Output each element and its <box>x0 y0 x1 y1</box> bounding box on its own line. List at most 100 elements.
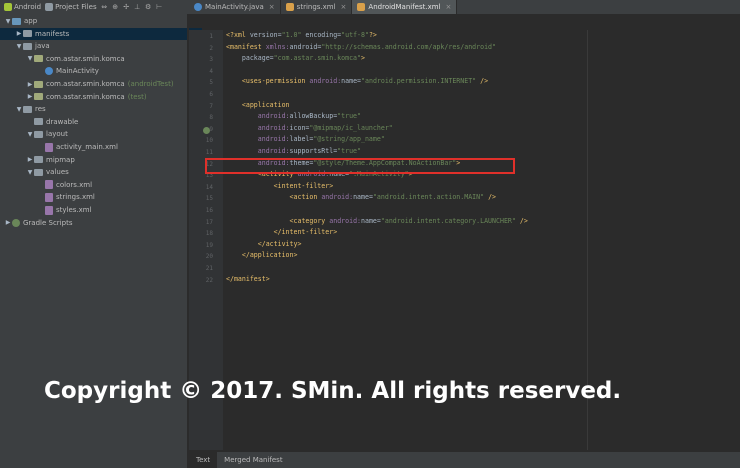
tree-item[interactable]: ▼ res <box>0 103 202 115</box>
tree-item-label: mipmap <box>46 155 75 164</box>
line-number: 11 <box>205 149 213 156</box>
close-icon[interactable]: × <box>446 3 452 11</box>
folder-icon <box>23 30 32 38</box>
package-icon <box>34 55 43 63</box>
hide-icon[interactable]: ⊥ <box>134 3 141 11</box>
code-line[interactable]: </manifest> <box>226 274 270 285</box>
tree-item[interactable]: ▶ Gradle Scripts <box>0 217 191 229</box>
tree-item-label: MainActivity <box>56 67 99 76</box>
chevron-right-icon[interactable]: ▶ <box>26 81 34 88</box>
tree-item[interactable]: ▼ java <box>0 40 202 52</box>
pin-icon[interactable]: ⊢ <box>156 3 163 11</box>
code-line[interactable]: <?xml version="1.0" encoding="utf-8"?> <box>226 30 377 41</box>
chevron-down-icon[interactable]: ▼ <box>26 131 34 138</box>
sync-icon[interactable]: ⊕ <box>112 3 119 11</box>
folder-icon <box>34 118 43 126</box>
tree-item-label: colors.xml <box>56 180 93 189</box>
tree-item-label: com.astar.smin.komca <box>46 92 125 101</box>
collapse-icon[interactable]: ✢ <box>123 3 130 11</box>
line-number: 2 <box>209 44 213 52</box>
module-icon <box>12 17 21 25</box>
close-icon[interactable]: × <box>269 3 275 11</box>
code-line[interactable]: android:supportsRtl="true" <box>226 146 361 157</box>
package-icon <box>34 80 43 88</box>
chevron-down-icon[interactable]: ▼ <box>4 18 12 25</box>
chevron-right-icon[interactable]: ▶ <box>15 30 23 37</box>
tree-item[interactable]: ▼ com.astar.smin.komca <box>0 53 213 65</box>
xml-file-icon <box>357 3 366 11</box>
chevron-down-icon[interactable]: ▼ <box>15 106 23 113</box>
code-line[interactable]: package="com.astar.smin.komca"> <box>226 53 365 64</box>
code-line[interactable]: android:label="@string/app_name" <box>226 134 385 145</box>
xml-file-icon <box>45 142 53 152</box>
project-view-switcher: Android Project Files ⇔ ⊕ ✢ ⊥ ⚙ ⊢ <box>0 0 187 14</box>
tab-mainactivity-java[interactable]: MainActivity.java × <box>189 0 281 14</box>
project-files-selector[interactable]: Project Files <box>45 3 97 11</box>
code-line[interactable]: <action android:name="android.intent.act… <box>226 192 497 203</box>
tree-item[interactable]: ▶ manifests <box>0 27 202 40</box>
chevron-right-icon[interactable]: ▶ <box>26 156 34 163</box>
code-line[interactable]: </activity> <box>226 239 302 250</box>
tree-item[interactable]: drawable <box>0 116 213 128</box>
code-line[interactable]: </intent-filter> <box>226 227 338 238</box>
tab-androidmanifest-xml[interactable]: AndroidManifest.xml × <box>352 0 458 14</box>
code-line[interactable]: <application <box>226 100 290 111</box>
gradle-icon <box>12 218 20 227</box>
tree-item-label: styles.xml <box>56 206 92 214</box>
android-view-selector[interactable]: Android <box>4 3 41 11</box>
tree-item-label: drawable <box>46 117 79 126</box>
tree-item-label: strings.xml <box>56 193 95 202</box>
tree-item-label: app <box>24 17 38 25</box>
tree-item-label: activity_main.xml <box>56 143 118 151</box>
code-line[interactable]: <uses-permission android:name="android.p… <box>226 76 488 87</box>
line-number: 1 <box>209 33 213 40</box>
settings-icon[interactable]: ⚙ <box>145 3 152 11</box>
line-number: 5 <box>209 79 213 87</box>
line-number: 15 <box>205 195 213 203</box>
tree-item[interactable]: ▼ layout <box>0 128 213 140</box>
folder-icon <box>34 130 43 138</box>
tab-strings-xml[interactable]: strings.xml × <box>281 0 353 14</box>
code-line[interactable]: </application> <box>226 250 298 261</box>
tab-label: AndroidManifest.xml <box>368 3 441 11</box>
split-icon[interactable]: ⇔ <box>101 3 108 11</box>
line-number: 16 <box>205 207 213 214</box>
tab-merged-manifest[interactable]: Merged Manifest <box>217 452 289 468</box>
folder-icon <box>45 3 54 11</box>
tree-item[interactable]: ▶ com.astar.smin.komca (androidTest) <box>0 78 213 90</box>
tree-item[interactable]: ▼ values <box>0 166 213 178</box>
line-number: 6 <box>209 91 213 98</box>
chevron-down-icon[interactable]: ▼ <box>15 43 23 50</box>
line-number: 10 <box>205 137 213 145</box>
chevron-right-icon[interactable]: ▶ <box>26 93 34 100</box>
tree-item-label: res <box>35 105 46 114</box>
code-line[interactable]: <intent-filter> <box>226 181 334 192</box>
code-line[interactable]: <category android:name="android.intent.c… <box>226 216 528 227</box>
xml-file-icon <box>45 205 53 215</box>
tree-item[interactable]: ▶ mipmap <box>0 154 213 166</box>
code-line[interactable]: <manifest xmlns:android="http://schemas.… <box>226 42 496 53</box>
line-number: 19 <box>205 241 213 249</box>
line-number: 17 <box>205 218 213 226</box>
line-number: 22 <box>205 276 213 284</box>
tree-item-label: layout <box>46 130 68 139</box>
code-line[interactable]: android:icon="@mipmap/ic_launcher" <box>226 123 393 134</box>
chevron-down-icon[interactable]: ▼ <box>26 55 34 62</box>
folder-icon <box>34 156 43 164</box>
tab-text[interactable]: Text <box>189 452 218 468</box>
code-line[interactable]: android:allowBackup="true" <box>226 111 361 122</box>
line-number: 8 <box>209 114 213 122</box>
package-icon <box>34 93 43 101</box>
tree-item-suffix: (androidTest) <box>127 80 174 88</box>
tree-item[interactable]: ▶ com.astar.smin.komca (test) <box>0 91 213 103</box>
class-icon <box>45 67 53 76</box>
chevron-down-icon[interactable]: ▼ <box>26 169 34 176</box>
line-number: 14 <box>205 183 213 191</box>
close-icon[interactable]: × <box>341 3 347 11</box>
tree-item[interactable]: ▼ app <box>0 15 191 27</box>
line-number: 20 <box>205 253 213 261</box>
class-icon <box>194 3 202 11</box>
folder-icon <box>34 168 43 176</box>
highlight-box <box>205 158 515 174</box>
chevron-right-icon[interactable]: ▶ <box>4 219 12 226</box>
